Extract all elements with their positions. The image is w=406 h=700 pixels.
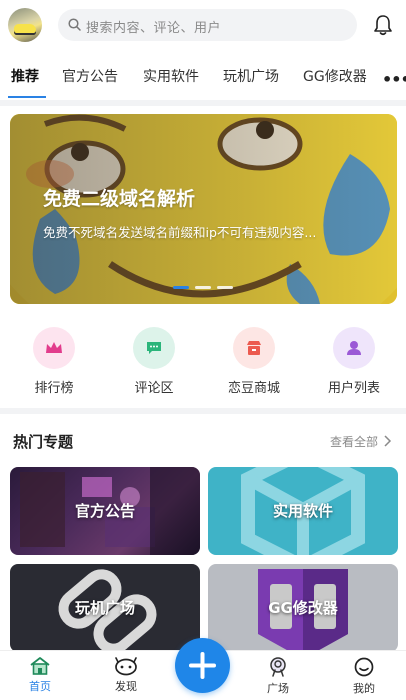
quick-comments-label: 评论区 xyxy=(134,381,174,396)
quick-users[interactable]: 用户列表 xyxy=(324,327,384,396)
topic-card-label: 官方公告 xyxy=(74,502,135,520)
car-image xyxy=(14,24,36,33)
quick-shop-label: 恋豆商城 xyxy=(227,381,280,396)
avatar[interactable] xyxy=(8,8,42,42)
more-icon[interactable]: ••• xyxy=(382,70,406,89)
tab-gg-modifier[interactable]: GG修改器 xyxy=(303,66,367,86)
nav-discover[interactable]: 发现 xyxy=(96,651,156,694)
topic-card-announcements[interactable]: 官方公告 xyxy=(10,467,200,555)
add-post-button[interactable] xyxy=(175,638,230,693)
chevron-right-icon xyxy=(384,435,392,447)
nav-discover-label: 发现 xyxy=(115,680,137,693)
see-all-link[interactable]: 查看全部 xyxy=(330,433,392,450)
shop-icon xyxy=(233,327,275,369)
banner-carousel[interactable]: 免费二级域名解析 免费不死域名发送域名前缀和ip不可有违规内容... xyxy=(10,114,397,304)
user-icon xyxy=(333,327,375,369)
quick-rank-label: 排行榜 xyxy=(34,381,74,396)
topic-card-label: 玩机广场 xyxy=(74,599,135,617)
smile-icon xyxy=(354,657,374,677)
nav-home-label: 首页 xyxy=(29,680,51,693)
banner-title: 免费二级域名解析 xyxy=(43,188,196,210)
carousel-dot-active[interactable] xyxy=(173,286,189,289)
search-box[interactable]: 搜索内容、评论、用户 xyxy=(58,9,357,41)
nav-plaza-label: 广场 xyxy=(267,682,289,695)
quick-rank[interactable]: 排行榜 xyxy=(24,327,84,396)
nav-mine[interactable]: 我的 xyxy=(334,651,394,696)
top-bar: 搜索内容、评论、用户 xyxy=(0,0,406,52)
topic-card-software[interactable]: 实用软件 xyxy=(208,467,398,555)
active-tab-indicator xyxy=(8,96,46,98)
section-title: 热门专题 xyxy=(13,433,74,451)
topic-card-label: 实用软件 xyxy=(272,502,333,520)
carousel-dot[interactable] xyxy=(217,286,233,289)
crown-icon xyxy=(33,327,75,369)
divider xyxy=(0,100,406,106)
plaza-icon xyxy=(270,657,286,677)
quick-users-label: 用户列表 xyxy=(327,381,380,396)
search-placeholder[interactable]: 搜索内容、评论、用户 xyxy=(86,17,221,36)
tab-software[interactable]: 实用软件 xyxy=(143,66,199,86)
divider xyxy=(0,408,406,414)
category-tabs: 推荐 官方公告 实用软件 玩机广场 GG修改器 xyxy=(0,60,406,96)
home-icon xyxy=(30,657,50,675)
see-all-label[interactable]: 查看全部 xyxy=(330,435,378,449)
search-icon xyxy=(68,18,81,31)
plus-icon xyxy=(189,652,216,679)
topic-card-label: GG修改器 xyxy=(268,599,338,617)
carousel-dot[interactable] xyxy=(195,286,211,289)
tab-recommend[interactable]: 推荐 xyxy=(11,66,39,86)
tab-phone-plaza[interactable]: 玩机广场 xyxy=(223,66,279,86)
banner-subtitle: 免费不死域名发送域名前缀和ip不可有违规内容... xyxy=(43,225,317,240)
comment-icon xyxy=(133,327,175,369)
nav-home[interactable]: 首页 xyxy=(10,651,70,694)
nav-plaza[interactable]: 广场 xyxy=(248,651,308,696)
tab-announcements[interactable]: 官方公告 xyxy=(62,66,118,86)
nav-mine-label: 我的 xyxy=(353,682,375,695)
topic-card-gg-modifier[interactable]: GG修改器 xyxy=(208,564,398,652)
bell-icon[interactable] xyxy=(373,14,393,36)
topic-card-phone-plaza[interactable]: 玩机广场 xyxy=(10,564,200,652)
quick-shop[interactable]: 恋豆商城 xyxy=(224,327,284,396)
quick-comments[interactable]: 评论区 xyxy=(124,327,184,396)
discover-icon xyxy=(115,657,137,676)
